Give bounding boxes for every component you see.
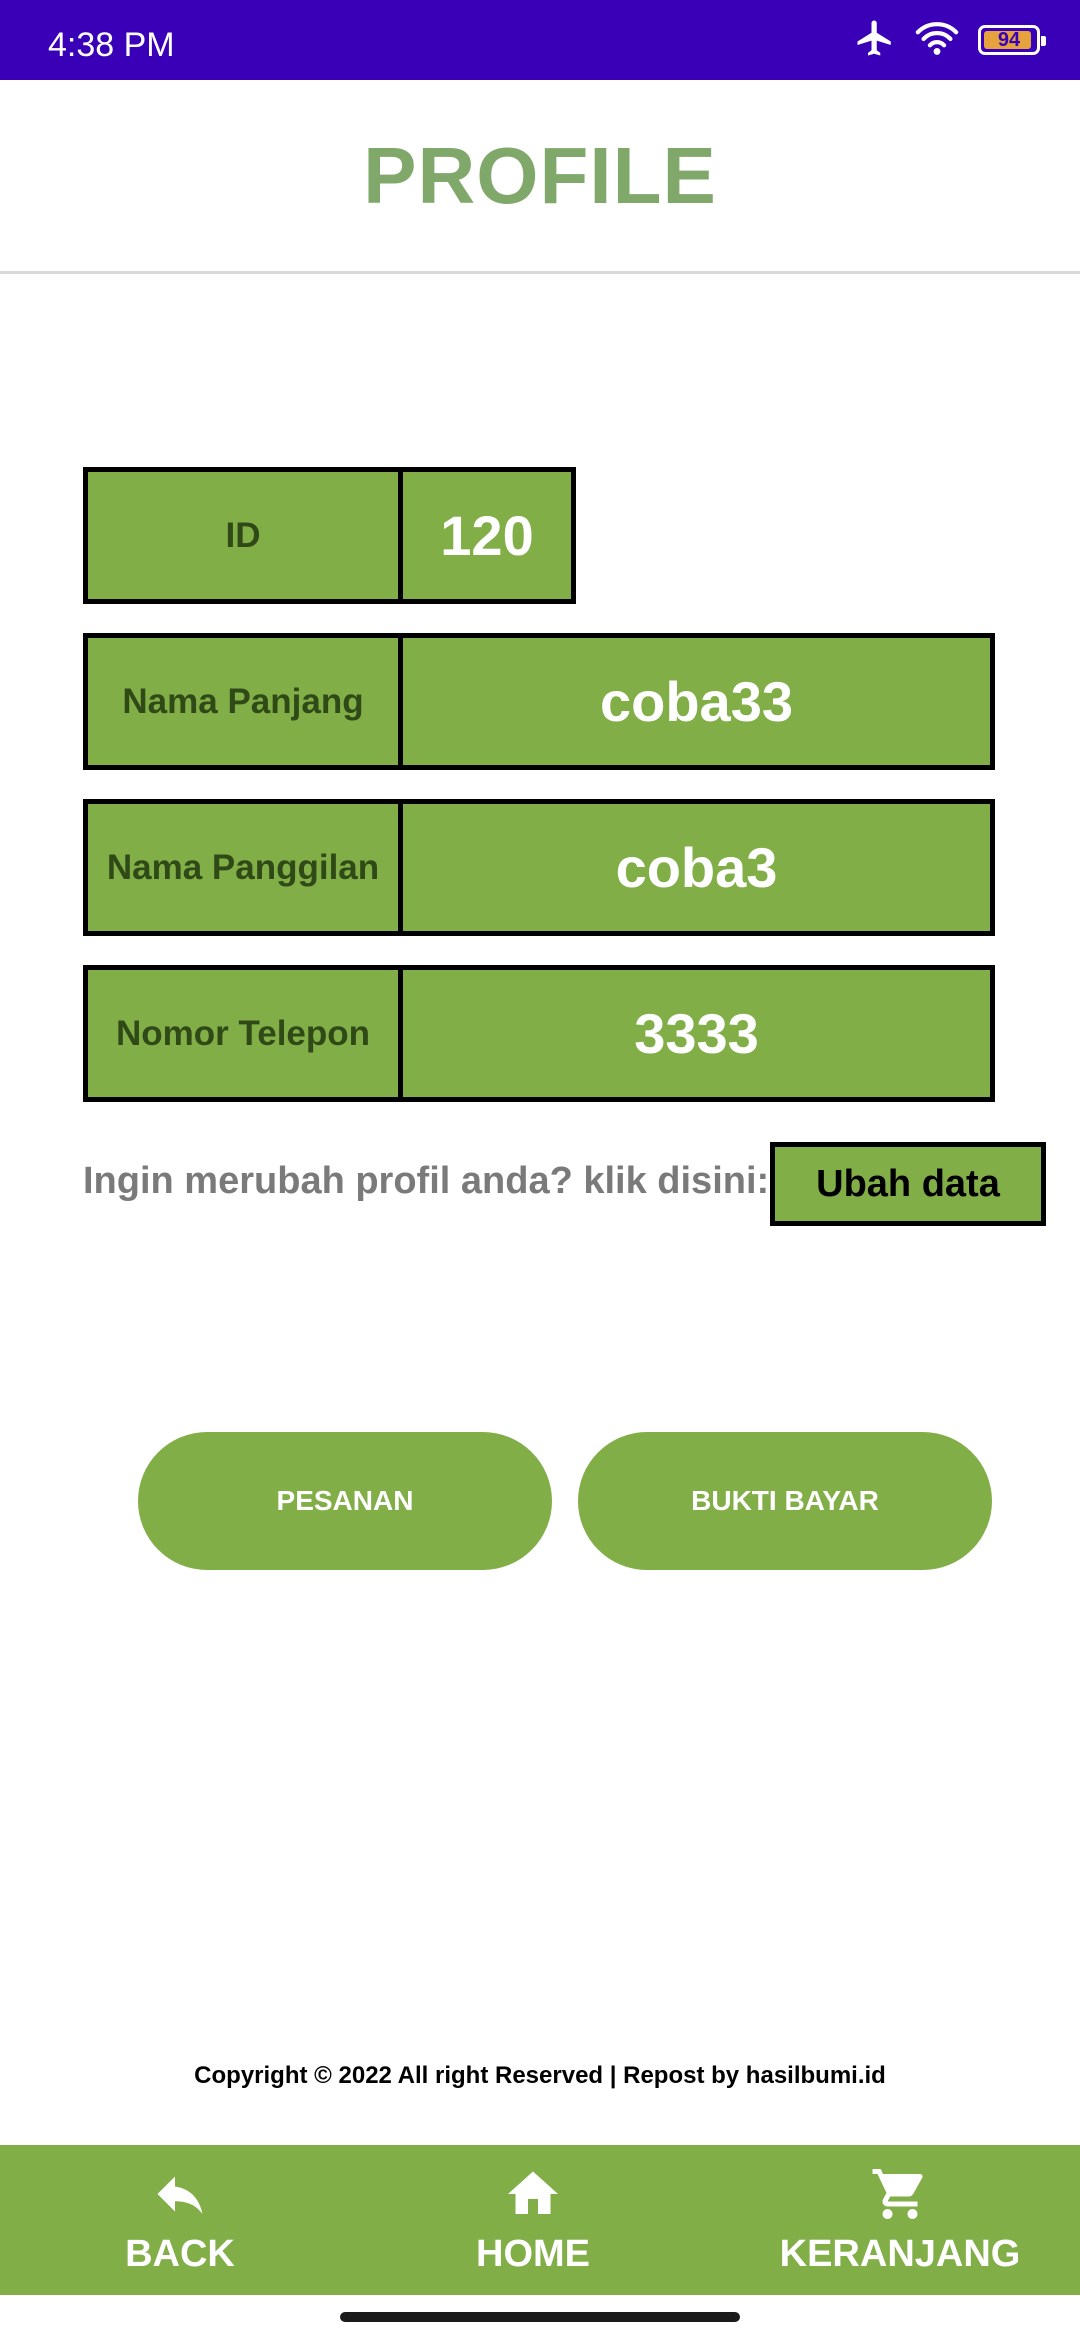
field-label-id: ID: [83, 467, 403, 604]
profile-row-nickname: Nama Panggilan coba3: [83, 799, 995, 936]
payment-proof-button[interactable]: BUKTI BAYAR: [578, 1432, 992, 1570]
orders-button[interactable]: PESANAN: [138, 1432, 552, 1570]
home-icon: [503, 2164, 563, 2229]
profile-row-id: ID 120: [83, 467, 576, 604]
copyright-text: Copyright © 2022 All right Reserved | Re…: [194, 2062, 886, 2089]
battery-level: 94: [997, 28, 1021, 51]
status-bar: 4:38 PM 94: [0, 0, 1080, 80]
field-label-full-name: Nama Panjang: [83, 633, 403, 770]
field-value-nickname: coba3: [398, 799, 995, 936]
field-label-phone: Nomor Telepon: [83, 965, 403, 1102]
page-header: PROFILE: [0, 80, 1080, 274]
profile-row-phone: Nomor Telepon 3333: [83, 965, 995, 1102]
edit-profile-button[interactable]: Ubah data: [770, 1142, 1046, 1226]
field-label-nickname: Nama Panggilan: [83, 799, 403, 936]
field-value-full-name: coba33: [398, 633, 995, 770]
nav-cart-label: KERANJANG: [779, 2233, 1021, 2275]
page-title: PROFILE: [363, 130, 717, 220]
home-indicator: [340, 2312, 740, 2322]
airplane-mode-icon: [854, 17, 896, 64]
nav-back-label: BACK: [125, 2233, 235, 2275]
wifi-icon: [914, 18, 960, 63]
status-icons: 94: [854, 17, 1046, 64]
change-profile-prompt: Ingin merubah profil anda? klik disini:: [83, 1160, 770, 1202]
profile-row-full-name: Nama Panjang coba33: [83, 633, 995, 770]
field-value-phone: 3333: [398, 965, 995, 1102]
nav-back-button[interactable]: BACK: [80, 2145, 280, 2295]
cart-icon: [870, 2164, 930, 2229]
field-value-id: 120: [398, 467, 576, 604]
nav-cart-button[interactable]: KERANJANG: [760, 2145, 1040, 2295]
bottom-nav: BACK HOME KERANJANG: [0, 2145, 1080, 2295]
nav-home-button[interactable]: HOME: [433, 2145, 633, 2295]
nav-home-label: HOME: [476, 2233, 590, 2275]
battery-icon: 94: [978, 25, 1046, 55]
back-arrow-icon: [150, 2164, 210, 2229]
status-time: 4:38 PM: [48, 26, 175, 64]
